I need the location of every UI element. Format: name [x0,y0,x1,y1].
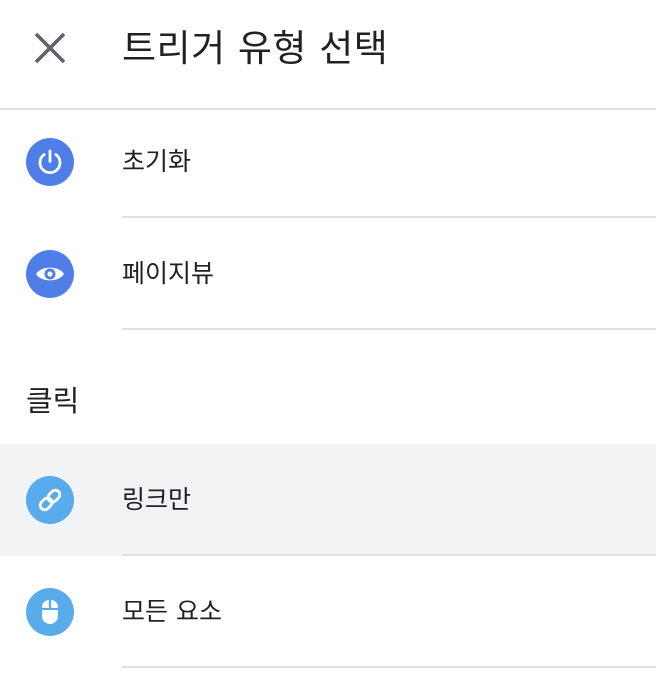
trigger-item-just-links[interactable]: 링크만 [0,444,656,556]
link-icon [26,476,74,524]
mouse-icon [26,588,74,636]
trigger-item-all-elements[interactable]: 모든 요소 [0,556,656,668]
power-icon [26,138,74,186]
section-header-click: 클릭 [26,384,80,418]
trigger-item-label: 초기화 [122,147,192,176]
trigger-item-pageview[interactable]: 페이지뷰 [0,218,656,330]
divider [122,666,656,668]
header: 트리거 유형 선택 [0,0,656,110]
trigger-item-label: 페이지뷰 [122,259,215,288]
eye-icon [26,250,74,298]
close-icon [34,32,66,64]
trigger-item-label: 모든 요소 [122,597,222,626]
trigger-item-label: 링크만 [122,485,192,514]
trigger-item-initialization[interactable]: 초기화 [0,106,656,218]
page-title: 트리거 유형 선택 [122,27,389,70]
divider [122,328,656,330]
close-button[interactable] [30,28,70,68]
